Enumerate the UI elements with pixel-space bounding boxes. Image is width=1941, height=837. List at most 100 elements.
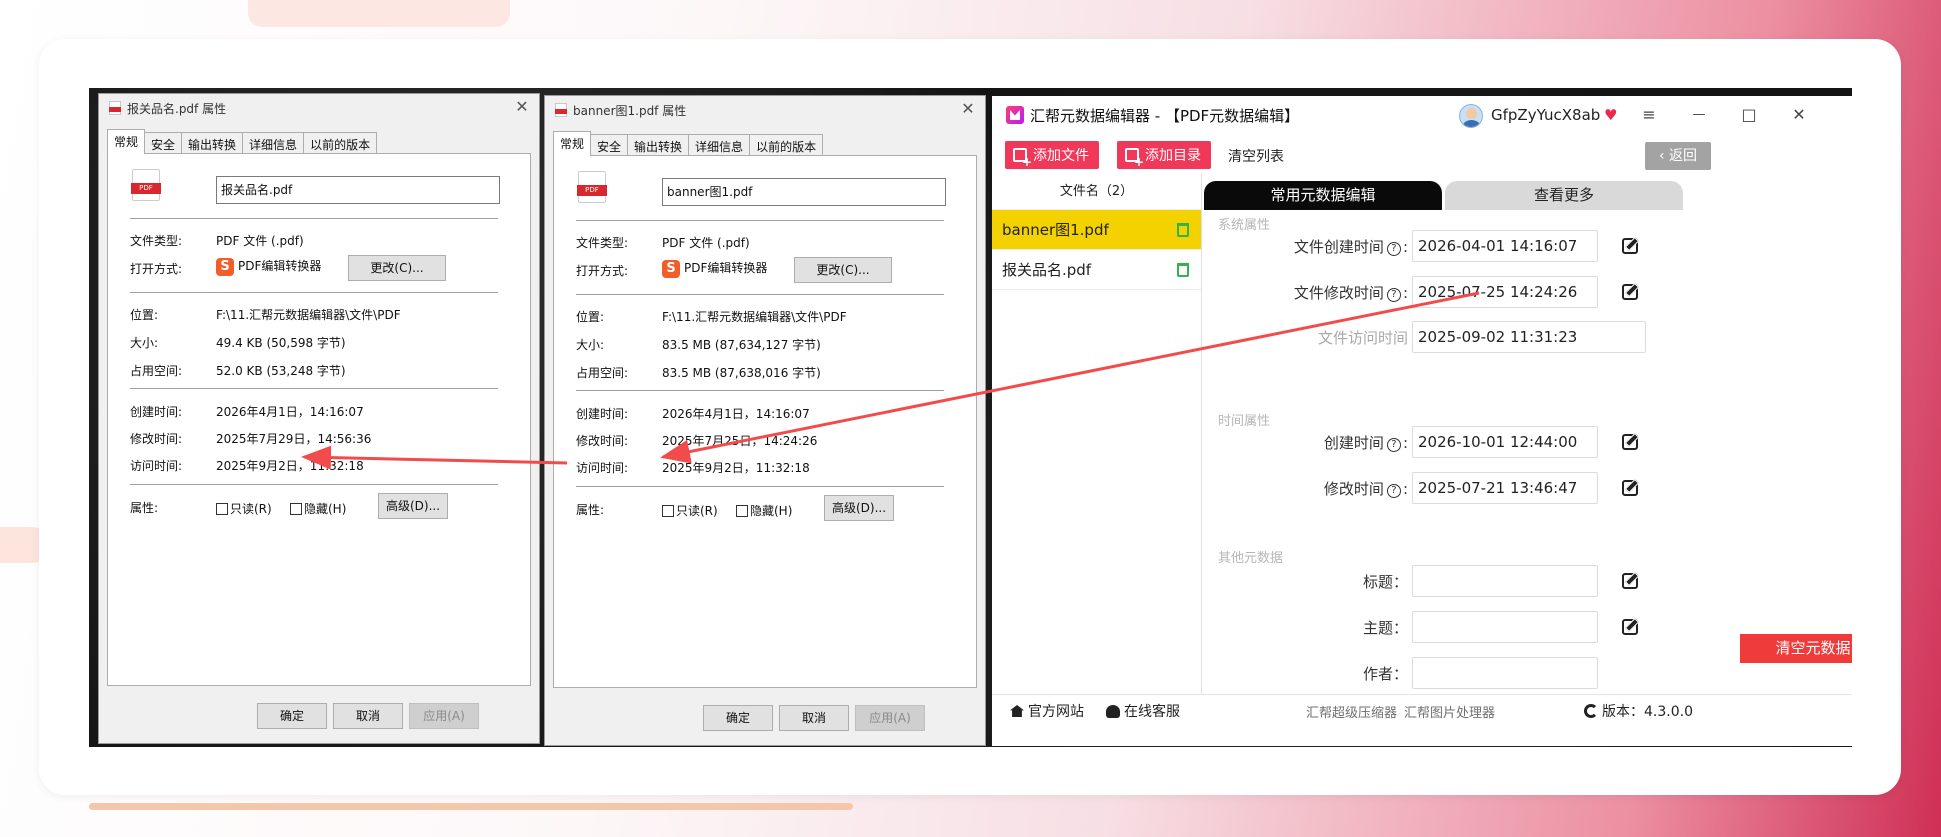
edit-icon[interactable] [1622, 619, 1638, 635]
trash-icon[interactable] [1177, 263, 1189, 277]
help-icon[interactable]: ? [1386, 438, 1401, 452]
author-input[interactable] [1412, 657, 1598, 689]
edit-icon[interactable] [1622, 573, 1638, 589]
accessed-label: 访问时间: [130, 459, 183, 473]
tab-general[interactable]: 常规 [553, 131, 592, 156]
tab-previous-versions[interactable]: 以前的版本 [749, 134, 824, 156]
add-folder-label: 添加目录 [1145, 148, 1201, 164]
edit-icon[interactable] [1622, 238, 1638, 254]
ok-button[interactable]: 确定 [703, 705, 773, 731]
list-item[interactable]: banner图1.pdf [992, 210, 1201, 250]
cancel-button[interactable]: 取消 [779, 705, 849, 731]
hidden-checkbox[interactable]: 隐藏(H) [290, 500, 346, 517]
readonly-checkbox[interactable]: 只读(R) [662, 502, 718, 519]
dialog-title-text: 报关品名.pdf 属性 [127, 101, 227, 116]
type-value: PDF 文件 (.pdf) [662, 236, 750, 250]
attributes-label: 属性: [130, 501, 159, 515]
tab-details[interactable]: 详细信息 [242, 132, 305, 154]
app-s-icon: S [216, 257, 234, 276]
minimize-icon[interactable]: — [1686, 104, 1712, 126]
compressor-link[interactable]: 汇帮超级压缩器 [1306, 702, 1397, 721]
clear-metadata-button[interactable]: 清空元数据 [1740, 634, 1852, 663]
tab-common-metadata[interactable]: 常用元数据编辑 [1204, 181, 1442, 210]
divider [130, 388, 498, 389]
vip-diamond-icon[interactable]: ♥ [1604, 106, 1617, 124]
readonly-checkbox[interactable]: 只读(R) [216, 500, 272, 517]
file-created-input[interactable]: 2026-04-01 14:16:07 [1412, 230, 1598, 262]
modified-input[interactable]: 2025-07-21 13:46:47 [1412, 472, 1598, 504]
ok-button[interactable]: 确定 [257, 703, 327, 729]
author-label: 作者： [1362, 665, 1408, 683]
edit-icon[interactable] [1622, 434, 1638, 450]
disk-size-value: 52.0 KB (53,248 字节) [216, 364, 346, 378]
trash-icon[interactable] [1177, 223, 1189, 237]
edit-icon[interactable] [1622, 284, 1638, 300]
maximize-icon[interactable]: □ [1736, 104, 1762, 126]
tab-output[interactable]: 输出转换 [627, 134, 690, 156]
tab-previous-versions[interactable]: 以前的版本 [303, 132, 378, 154]
created-value: 2026年4月1日，14:16:07 [216, 405, 364, 419]
service-link[interactable]: 在线客服 [1106, 701, 1180, 721]
modified-value: 2025年7月25日，14:24:26 [662, 434, 818, 448]
version-info[interactable]: 版本：4.3.0.0 [1584, 701, 1693, 721]
hidden-checkbox[interactable]: 隐藏(H) [736, 502, 792, 519]
clear-list-button[interactable]: 清空列表 [1228, 146, 1284, 166]
image-tool-link[interactable]: 汇帮图片处理器 [1404, 702, 1495, 721]
menu-icon[interactable]: ≡ [1636, 104, 1662, 126]
help-icon[interactable]: ? [1386, 242, 1401, 256]
apply-button[interactable]: 应用(A) [409, 703, 479, 729]
created-input[interactable]: 2026-10-01 12:44:00 [1412, 426, 1598, 458]
metadata-panel: 常用元数据编辑 查看更多 系统属性 文件创建时间?: 2026-04-01 14… [1204, 174, 1852, 694]
type-label: 文件类型: [130, 234, 183, 248]
tab-more[interactable]: 查看更多 [1445, 181, 1683, 210]
website-link[interactable]: 官方网站 [1010, 701, 1084, 721]
title-bar: 汇帮元数据编辑器 - 【PDF元数据编辑】 [992, 96, 1852, 134]
list-item[interactable]: 报关品名.pdf [992, 250, 1201, 290]
back-button[interactable]: ‹ 返回 [1645, 142, 1711, 170]
divider [130, 292, 498, 293]
edit-icon[interactable] [1622, 480, 1638, 496]
created-label: 创建时间: [576, 407, 629, 421]
created-label: 创建时间?: [1323, 434, 1408, 452]
help-icon[interactable]: ? [1386, 484, 1401, 498]
change-button[interactable]: 更改(C)... [794, 257, 892, 283]
home-icon [1010, 705, 1024, 717]
title-input[interactable] [1412, 565, 1598, 597]
back-label: 返回 [1669, 148, 1698, 164]
close-icon[interactable]: ✕ [1786, 104, 1812, 126]
accessed-value: 2025年9月2日，11:32:18 [662, 461, 810, 475]
file-list-header: 文件名（2） [992, 174, 1201, 210]
user-name[interactable]: GfpZyYucX8ab [1491, 106, 1600, 124]
chevron-left-icon: ‹ [1658, 148, 1670, 164]
footer: 官方网站 在线客服 汇帮超级压缩器 汇帮图片处理器 版本：4.3.0.0 [992, 694, 1852, 724]
tab-details[interactable]: 详细信息 [688, 134, 751, 156]
close-icon[interactable]: ✕ [957, 99, 979, 121]
location-value: F:\11.汇帮元数据编辑器\文件\PDF [216, 308, 401, 322]
divider [130, 218, 498, 219]
accessed-value: 2025年9月2日，11:32:18 [216, 459, 364, 473]
avatar[interactable] [1459, 104, 1483, 128]
tab-security[interactable]: 安全 [144, 132, 183, 154]
file-modified-input[interactable]: 2025-07-25 14:24:26 [1412, 276, 1598, 308]
tab-security[interactable]: 安全 [590, 134, 629, 156]
tab-output[interactable]: 输出转换 [181, 132, 244, 154]
advanced-button[interactable]: 高级(D)... [378, 493, 448, 519]
type-label: 文件类型: [576, 236, 629, 250]
cancel-button[interactable]: 取消 [333, 703, 403, 729]
subject-input[interactable] [1412, 611, 1598, 643]
apply-button[interactable]: 应用(A) [855, 705, 925, 731]
add-folder-button[interactable]: 添加目录 [1117, 141, 1211, 169]
accessed-label: 访问时间: [576, 461, 629, 475]
add-file-button[interactable]: 添加文件 [1005, 141, 1099, 169]
file-accessed-input[interactable]: 2025-09-02 11:31:23 [1412, 321, 1646, 353]
filename-field[interactable]: 报关品名.pdf [216, 176, 500, 204]
tab-general[interactable]: 常规 [107, 129, 146, 154]
filename-field[interactable]: banner图1.pdf [662, 178, 946, 206]
help-icon[interactable]: ? [1386, 288, 1401, 302]
change-button[interactable]: 更改(C)... [348, 255, 446, 281]
file-modified-label: 文件修改时间?: [1293, 284, 1408, 302]
pdf-icon: PDF [131, 169, 161, 201]
advanced-button[interactable]: 高级(D)... [824, 495, 894, 521]
modified-label: 修改时间: [130, 432, 183, 446]
close-icon[interactable]: ✕ [511, 97, 533, 119]
